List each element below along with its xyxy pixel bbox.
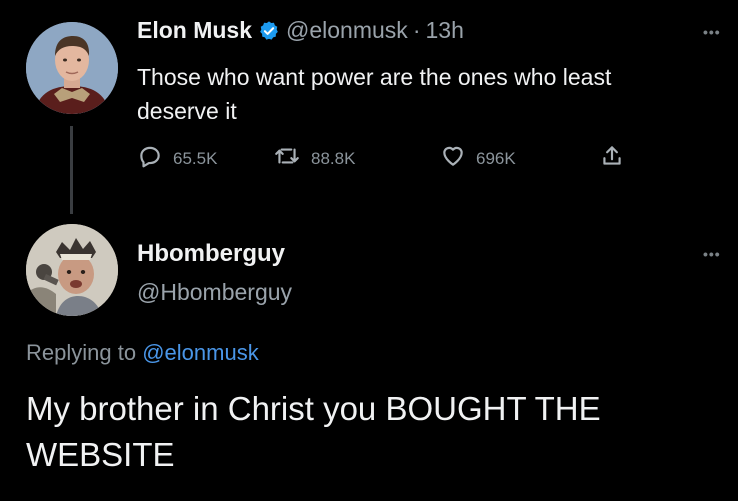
author-name[interactable]: Elon Musk [137,17,252,44]
reply-button[interactable]: 65.5K [137,143,217,174]
thread-connector-line [70,126,73,214]
retweet-count: 88.8K [311,148,356,168]
hbomberguy-avatar[interactable] [26,224,118,316]
heart-icon [440,143,476,174]
speech-bubble-icon [137,143,173,174]
more-dots-icon[interactable]: ••• [703,24,721,40]
retweet-arrows-icon [273,143,311,174]
reply-count: 65.5K [173,148,218,168]
reply-author-handle[interactable]: @Hbomberguy [137,279,292,306]
replying-to-prefix: Replying to [26,340,137,365]
replying-to-mention[interactable]: @elonmusk [142,340,259,365]
share-upload-icon [599,143,635,174]
tweet-header: Elon Musk @elonmusk · 13h [137,17,464,44]
share-button[interactable] [599,143,635,174]
author-handle[interactable]: @elonmusk [286,17,408,44]
retweet-button[interactable]: 88.8K [273,143,355,174]
tweet-actions: 65.5K 88.8K 696K [137,143,637,173]
tweet-timestamp[interactable]: 13h [425,17,463,44]
reply-author-name[interactable]: Hbomberguy [137,240,285,268]
verified-badge-icon [258,20,280,42]
reply-text: My brother in Christ you BOUGHT THE WEBS… [26,390,601,473]
more-dots-icon[interactable]: ••• [703,246,721,262]
header-separator: · [412,17,421,43]
elon-avatar[interactable] [26,22,118,114]
replying-to-line: Replying to @elonmusk [26,340,259,366]
tweet-text: Those who want power are the ones who le… [137,64,612,124]
like-button[interactable]: 696K [440,143,516,174]
like-count: 696K [476,148,516,168]
